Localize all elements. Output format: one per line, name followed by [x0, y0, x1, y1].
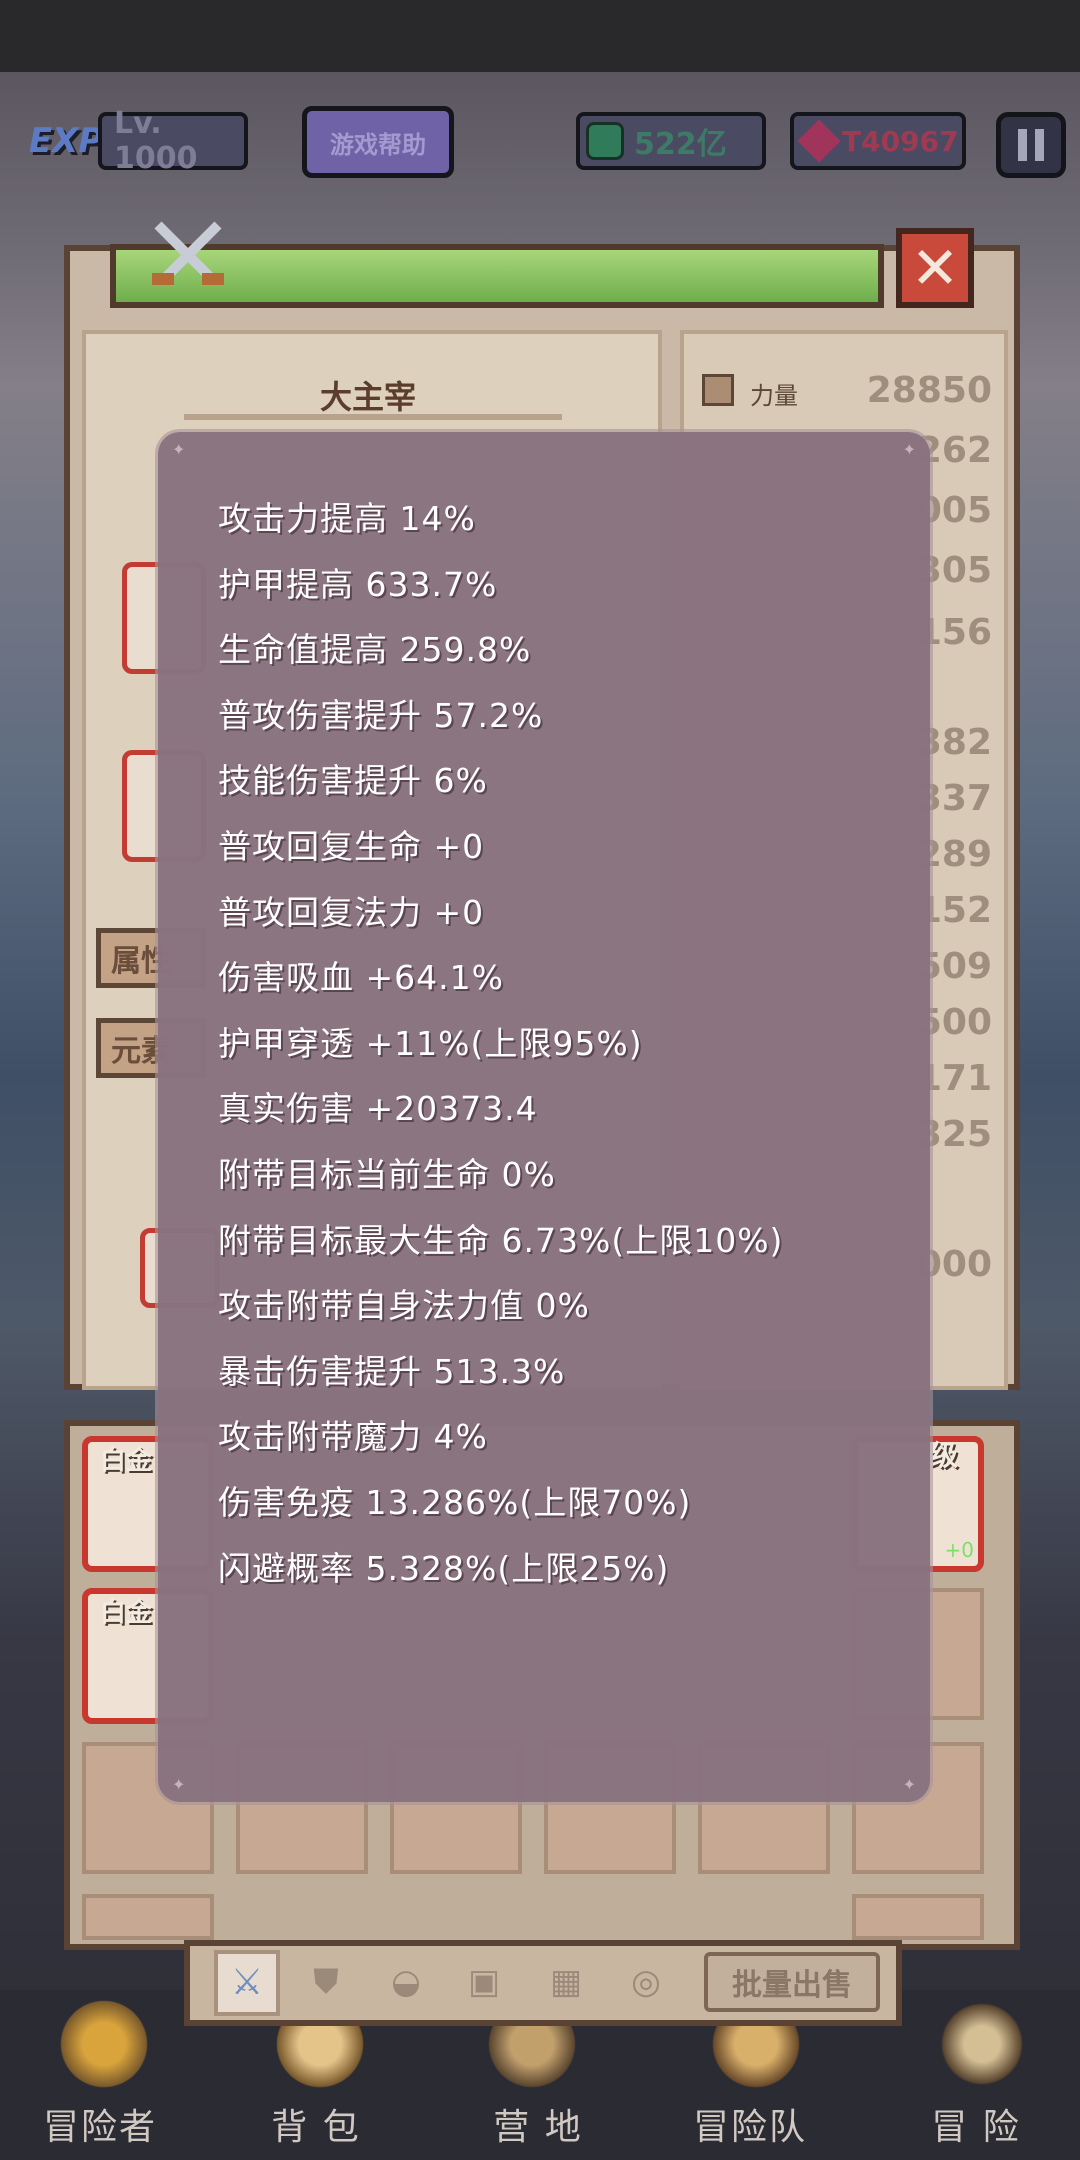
stat-line-magic: 攻击附带魔力 4%: [218, 1417, 488, 1456]
stat-line-dodge: 闪避概率 5.328%(上限25%): [218, 1549, 670, 1588]
gem-count: 522亿: [634, 127, 727, 162]
tab-accessory[interactable]: ▦: [544, 1960, 588, 2004]
stat-line-true-damage: 真实伤害 +20373.4: [218, 1089, 538, 1128]
ruby-icon: [797, 119, 841, 163]
inventory-cell[interactable]: [852, 1894, 984, 1940]
stat-line-crit-damage: 暴击伤害提升 513.3%: [218, 1352, 566, 1391]
game-help-label: 游戏帮助: [330, 130, 426, 159]
crossed-swords-icon: [152, 221, 224, 285]
ruby-count: T40967: [842, 124, 959, 158]
bulk-sell-label: 批量出售: [732, 1968, 852, 2003]
tab-ring[interactable]: ◎: [624, 1960, 668, 2004]
nav-adventure[interactable]: 冒 险: [876, 2098, 1076, 2150]
ring-icon: ◎: [631, 1962, 661, 2002]
pants-icon: ▦: [549, 1962, 583, 2002]
game-help-button[interactable]: 游戏帮助: [302, 106, 454, 178]
equipment-stats-tooltip: ✦ ✦ ✦ ✦ 攻击力提高 14% 护甲提高 633.7% 生命值提高 259.…: [158, 432, 930, 1802]
stat-line-skill-damage: 技能伤害提升 6%: [218, 761, 488, 800]
sword-tab-icon: ⚔: [230, 1962, 264, 2003]
corner-ornament: ✦: [172, 1775, 186, 1794]
close-button[interactable]: ✕: [896, 228, 974, 308]
sword-icon[interactable]: [932, 1994, 1032, 2094]
stat-line-max-hp: 附带目标最大生命 6.73%(上限10%): [218, 1221, 784, 1260]
stat-line-self-mana: 攻击附带自身法力值 0%: [218, 1286, 590, 1325]
stat-line-armor-pen: 护甲穿透 +11%(上限95%): [218, 1024, 643, 1063]
stat-line-hp-regen: 普攻回复生命 +0: [218, 827, 485, 866]
adventurer-crown-icon[interactable]: [54, 1994, 154, 2094]
helmet-icon: ◒: [391, 1962, 421, 2002]
corner-ornament: ✦: [902, 440, 916, 459]
stat-line-mana-regen: 普攻回复法力 +0: [218, 893, 485, 932]
pause-icon: [1018, 129, 1027, 161]
stat-row-strength: 力量 28850: [702, 366, 992, 416]
inventory-cell[interactable]: [82, 1894, 214, 1940]
level-text: Lv. 1000: [114, 106, 198, 176]
stat-line-lifesteal: 伤害吸血 +64.1%: [218, 958, 504, 997]
chest-armor-icon: ▣: [467, 1962, 501, 2002]
stat-line-normal-damage: 普攻伤害提升 57.2%: [218, 696, 544, 735]
nav-adventurer[interactable]: 冒险者: [0, 2098, 200, 2150]
item-upgrade-level: +0: [944, 1538, 974, 1562]
level-display: Lv. 1000: [98, 106, 248, 176]
stat-line-armor: 护甲提高 633.7%: [218, 565, 498, 604]
stat-line-current-hp: 附带目标当前生命 0%: [218, 1155, 556, 1194]
status-bar: [0, 0, 1080, 72]
stat-line-hp: 生命值提高 259.8%: [218, 630, 532, 669]
stat-value: 28850: [866, 370, 992, 411]
gem-counter: 522亿: [576, 112, 766, 170]
nav-camp[interactable]: 营 地: [438, 2098, 638, 2150]
tab-armor[interactable]: ⛊: [304, 1960, 348, 2004]
item-grade: 白金: [100, 1598, 153, 1628]
nav-backpack[interactable]: 背 包: [216, 2098, 416, 2150]
item-grade: 白金: [100, 1446, 153, 1476]
strength-icon: [702, 374, 734, 406]
corner-ornament: ✦: [902, 1775, 916, 1794]
shield-icon: ⛊: [313, 1962, 339, 2002]
close-icon: ✕: [910, 234, 960, 302]
pause-button[interactable]: [996, 112, 1066, 178]
item-grade-partial: 级: [930, 1439, 959, 1472]
stat-label: 力量: [750, 382, 798, 410]
nav-party[interactable]: 冒险队: [650, 2098, 850, 2150]
tab-helmet[interactable]: ◒: [384, 1960, 428, 2004]
character-name: 大主宰: [320, 378, 417, 416]
tab-weapon[interactable]: ⚔: [214, 1950, 280, 2016]
emerald-icon: [586, 122, 624, 160]
ruby-counter: T40967: [790, 112, 966, 170]
stat-line-immunity: 伤害免疫 13.286%(上限70%): [218, 1483, 692, 1522]
tab-chest[interactable]: ▣: [462, 1960, 506, 2004]
bulk-sell-button[interactable]: 批量出售: [704, 1952, 880, 2012]
exp-icon: EXP: [28, 121, 104, 161]
stat-line-attack: 攻击力提高 14%: [218, 499, 476, 538]
name-divider: [184, 414, 562, 420]
corner-ornament: ✦: [172, 440, 186, 459]
